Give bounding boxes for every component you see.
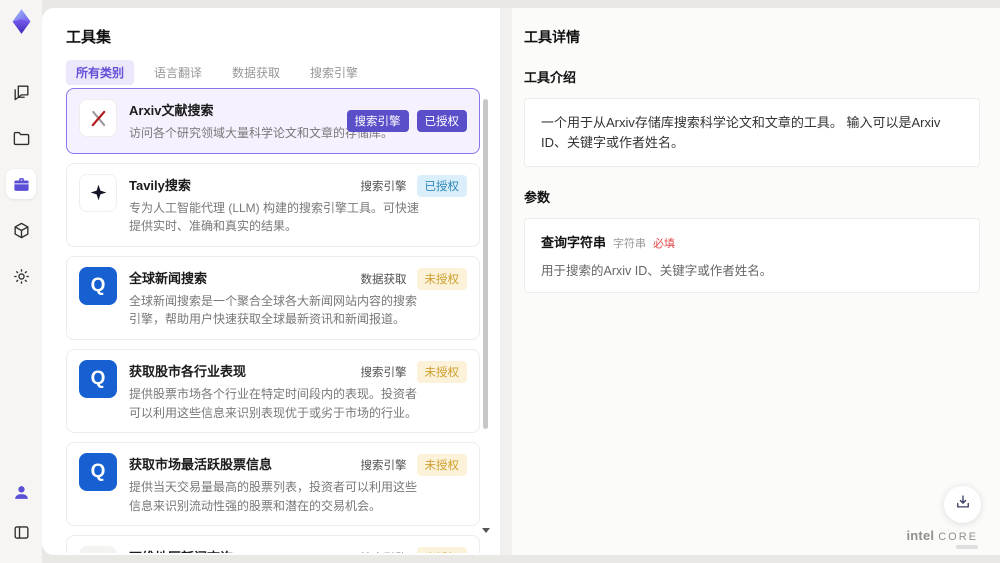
category-tab-2[interactable]: 数据获取 [222, 60, 290, 85]
tool-status-badge: 已授权 [416, 174, 467, 197]
tool-list-item[interactable]: Q 获取股市各行业表现 提供股票市场各个行业在特定时间段内的表现。投资者可以利用… [66, 348, 480, 434]
tool-category-badge: 搜索引擎 [360, 366, 407, 379]
download-icon [954, 493, 972, 516]
category-tab-0[interactable]: 所有类别 [66, 60, 135, 85]
tool-description: 全球新闻搜索是一个聚合全球各大新闻网站内容的搜索引擎，帮助用户快速获取全球最新资… [129, 293, 418, 327]
tool-status-badge: 未授权 [416, 547, 467, 553]
parameter-box: 查询字符串 字符串 必填 用于搜索的Arxiv ID、关键字或作者姓名。 [524, 218, 980, 293]
tool-description: 提供股票市场各个行业在特定时间段内的表现。投资者可以利用这些信息来识别表现优于或… [129, 386, 418, 420]
tool-status-badge: 未授权 [416, 360, 467, 383]
intel-brand-text: intel [906, 528, 935, 543]
parameter-required-badge: 必填 [653, 238, 676, 250]
parameter-name: 查询字符串 [541, 235, 607, 250]
tool-description: 提供当天交易量最高的股票列表，投资者可以利用这些信息来识别流动性强的股票和潜在的… [129, 480, 418, 513]
scrollbar-thumb[interactable] [483, 99, 488, 429]
tool-list-panel: 工具集 所有类别 语言翻译 数据获取 搜索引擎 Arxiv文献搜索 访问各个研究… [42, 8, 500, 555]
tab-label: 所有类别 [76, 66, 125, 80]
intel-logo-subtext [956, 545, 978, 549]
category-tab-1[interactable]: 语言翻译 [144, 60, 212, 85]
panel-toggle-icon[interactable] [6, 517, 36, 547]
toolbox-icon[interactable] [6, 169, 36, 199]
core-brand-text: core [938, 531, 978, 543]
tool-list-item[interactable]: Tavily搜索 专为人工智能代理 (LLM) 构建的搜索引擎工具。可快速提供实… [66, 162, 480, 247]
tool-detail-panel: 工具详情 工具介绍 一个用于从Arxiv存储库搜索科学论文和文章的工具。 输入可… [512, 8, 1000, 555]
tool-category-badge: 搜索引擎 [359, 547, 409, 553]
intel-core-logo: intel core [906, 528, 978, 549]
tab-label: 搜索引擎 [310, 66, 359, 80]
user-avatar-icon[interactable] [6, 477, 36, 507]
tavily-icon [79, 173, 117, 212]
parameter-type: 字符串 [613, 238, 647, 250]
tool-category-badge: 搜索引擎 [360, 460, 407, 473]
tool-category-badge: 搜索引擎 [346, 109, 409, 132]
news-gray-icon [79, 546, 117, 553]
settings-gear-icon[interactable] [6, 261, 36, 291]
arxiv-icon [79, 99, 117, 137]
tool-list-item[interactable]: 万维地区新闻查询 查询具体行政区划内的新闻，快速了解各地新闻动 搜索引擎 未授权 [66, 535, 480, 553]
tool-list: Arxiv文献搜索 访问各个研究领域大量科学论文和文章的存储库。 搜索引擎 已授… [66, 88, 480, 553]
left-sidebar [0, 0, 42, 563]
news-blue-icon: Q [79, 266, 117, 305]
tool-category-badge: 数据获取 [360, 273, 407, 286]
scrollbar-down-arrow-icon[interactable] [482, 528, 490, 533]
tool-category-badge: 搜索引擎 [360, 180, 407, 193]
main-content: 工具集 所有类别 语言翻译 数据获取 搜索引擎 Arxiv文献搜索 访问各个研究… [42, 8, 1000, 555]
chat-icon[interactable] [6, 77, 36, 107]
tab-label: 语言翻译 [154, 66, 203, 80]
tab-label: 数据获取 [232, 66, 281, 80]
tool-status-badge: 未授权 [416, 454, 467, 477]
folder-icon[interactable] [6, 123, 36, 153]
intro-heading: 工具介绍 [524, 70, 577, 85]
detail-title: 工具详情 [524, 29, 580, 45]
tool-list-item[interactable]: Q 获取市场最活跃股票信息 提供当天交易量最高的股票列表，投资者可以利用这些信息… [66, 442, 480, 527]
page-title: 工具集 [66, 29, 112, 46]
panel-divider [500, 8, 512, 555]
tool-intro-box: 一个用于从Arxiv存储库搜索科学论文和文章的工具。 输入可以是Arxiv ID… [524, 98, 980, 167]
tool-list-item[interactable]: Q 全球新闻搜索 全球新闻搜索是一个聚合全球各大新闻网站内容的搜索引擎，帮助用户… [66, 255, 480, 340]
tool-intro-text: 一个用于从Arxiv存储库搜索科学论文和文章的工具。 输入可以是Arxiv ID… [541, 115, 941, 150]
app-logo-icon [8, 8, 35, 35]
tool-status-badge: 已授权 [416, 109, 467, 132]
stock-blue-icon: Q [79, 453, 117, 492]
package-icon[interactable] [6, 215, 36, 245]
tool-description: 专为人工智能代理 (LLM) 构建的搜索引擎工具。可快速提供实时、准确和真实的结… [129, 200, 420, 234]
list-scrollbar[interactable] [482, 96, 490, 549]
tool-status-badge: 未授权 [416, 267, 467, 290]
category-tab-3[interactable]: 搜索引擎 [300, 60, 368, 85]
params-heading: 参数 [524, 190, 551, 205]
download-button[interactable] [944, 486, 981, 523]
tool-list-item[interactable]: Arxiv文献搜索 访问各个研究领域大量科学论文和文章的存储库。 搜索引擎 已授… [66, 88, 480, 154]
stock-blue-icon: Q [79, 359, 117, 398]
parameter-description: 用于搜索的Arxiv ID、关键字或作者姓名。 [541, 264, 773, 278]
